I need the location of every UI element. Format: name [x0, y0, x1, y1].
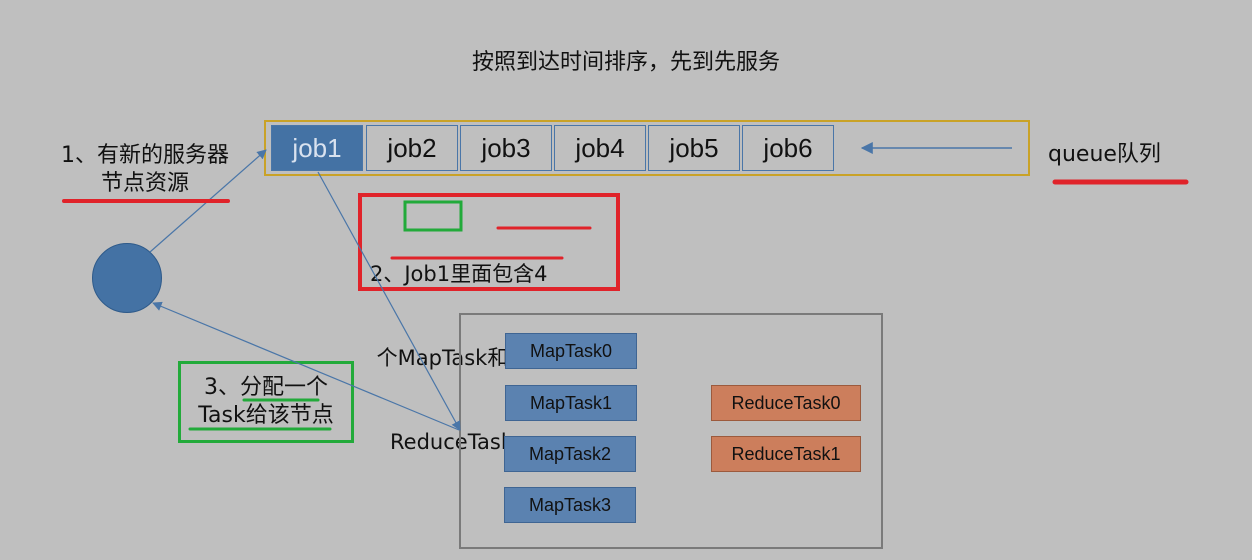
- tasks-to-node-arrow: [152, 301, 460, 431]
- job1-green-highlight: [403, 200, 463, 232]
- diagram-overlay: [62, 142, 1189, 431]
- job1-to-tasks-arrow: [317, 171, 461, 431]
